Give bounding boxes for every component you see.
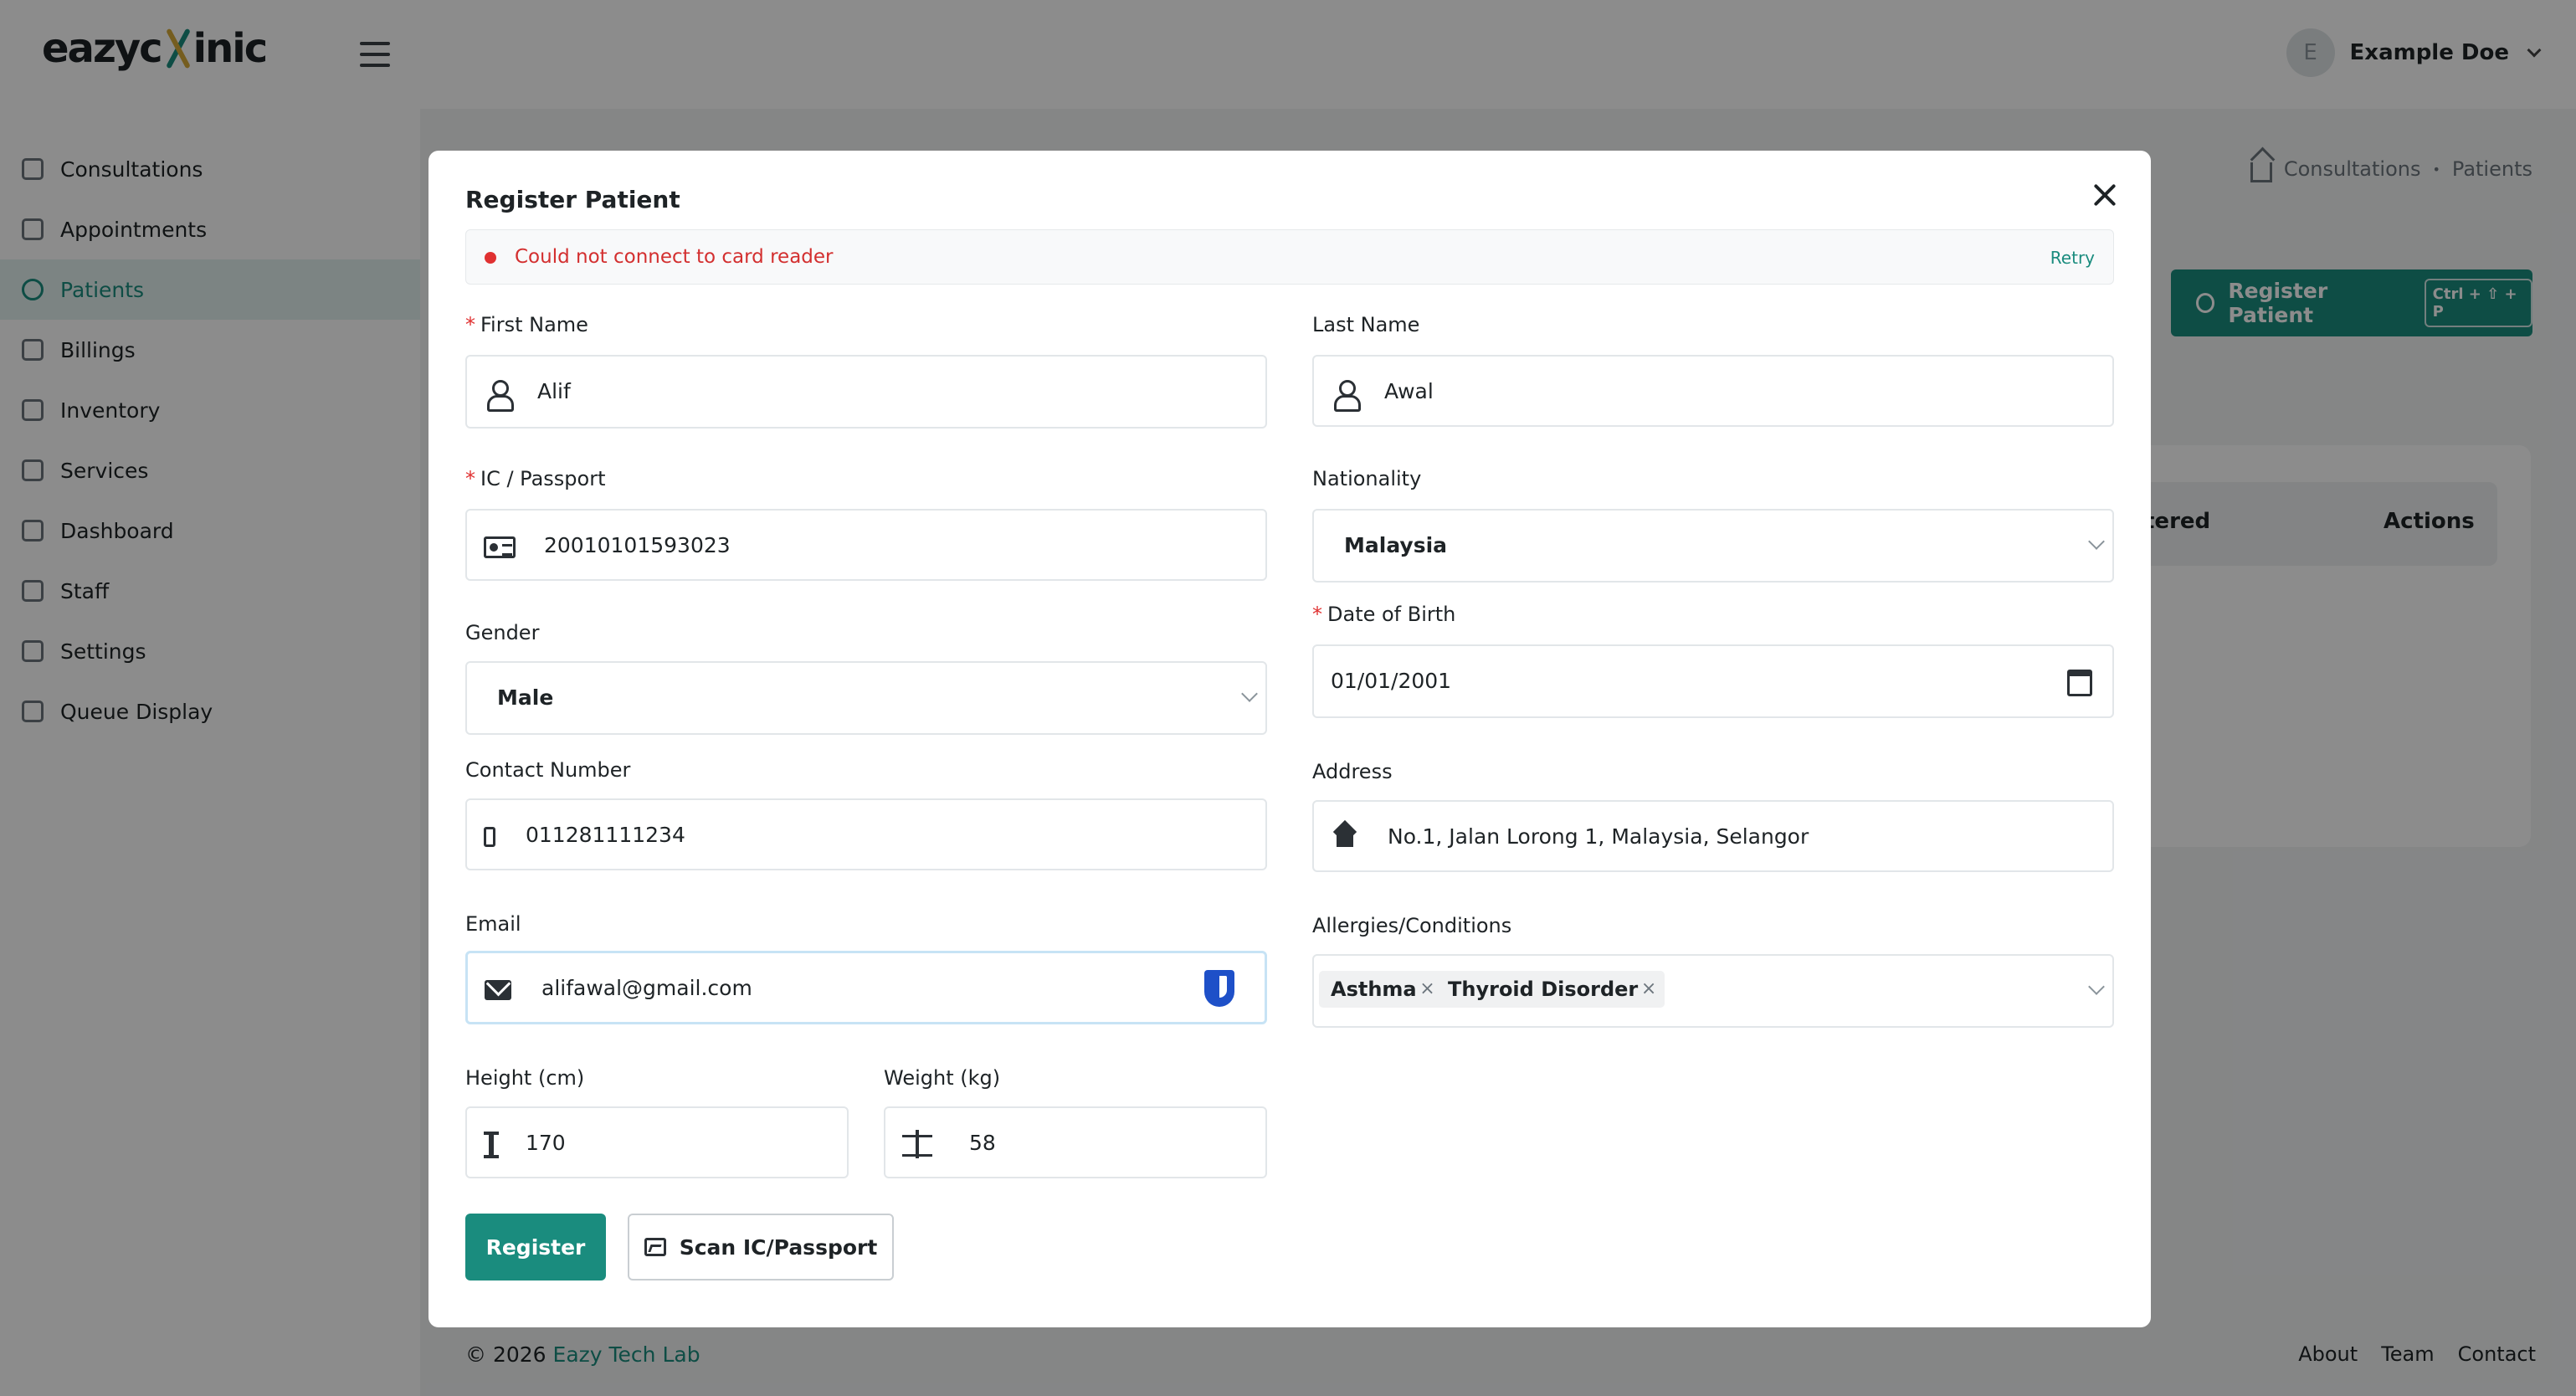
gender-select[interactable]: Male (465, 661, 1267, 735)
first-name-value: Alif (537, 379, 571, 403)
last-name-value: Awal (1384, 379, 1434, 403)
contact-number-value: 011281111234 (526, 823, 685, 847)
contact-number-label: Contact Number (465, 758, 631, 782)
ic-passport-field[interactable]: 20010101593023 (465, 509, 1267, 581)
allergies-label: Allergies/Conditions (1312, 914, 1512, 937)
scan-ic-passport-button[interactable]: Scan IC/Passport (628, 1214, 894, 1281)
email-value: alifawal@gmail.com (541, 976, 752, 1000)
first-name-field[interactable]: Alif (465, 355, 1267, 429)
nationality-select[interactable]: Malaysia (1312, 509, 2114, 583)
chevron-down-icon (1241, 685, 1258, 702)
alert-message: Could not connect to card reader (515, 246, 834, 268)
modal-title: Register Patient (465, 186, 680, 213)
chevron-down-icon (2088, 533, 2105, 550)
ic-passport-value: 20010101593023 (544, 533, 731, 557)
gender-value: Male (497, 685, 554, 710)
address-field[interactable]: No.1, Jalan Lorong 1, Malaysia, Selangor (1312, 800, 2114, 872)
error-dot-icon (485, 252, 496, 264)
dob-label: * Date of Birth (1312, 603, 1456, 626)
user-icon (484, 378, 514, 412)
dob-value: 01/01/2001 (1331, 669, 1452, 693)
last-name-field[interactable]: Awal (1312, 355, 2114, 427)
address-label: Address (1312, 760, 1393, 783)
last-name-label: Last Name (1312, 313, 1420, 336)
first-name-label: * First Name (465, 313, 588, 336)
register-button[interactable]: Register (465, 1214, 606, 1281)
tag-asthma: Asthma × (1319, 971, 1444, 1008)
ic-passport-label: * IC / Passport (465, 467, 606, 490)
id-card-icon (484, 536, 516, 558)
image-icon (644, 1238, 666, 1256)
weight-label: Weight (kg) (884, 1066, 1001, 1090)
height-label: Height (cm) (465, 1066, 585, 1090)
address-value: No.1, Jalan Lorong 1, Malaysia, Selangor (1388, 824, 1809, 849)
email-label: Email (465, 912, 521, 936)
card-reader-alert: Could not connect to card reader Retry (465, 229, 2114, 285)
weight-field[interactable]: 58 (884, 1106, 1267, 1178)
contact-number-field[interactable]: 011281111234 (465, 798, 1267, 870)
height-value: 170 (526, 1131, 566, 1155)
envelope-icon (485, 980, 511, 1000)
phone-icon (484, 827, 495, 847)
remove-tag-icon[interactable]: × (1641, 971, 1656, 1008)
dob-field[interactable]: 01/01/2001 (1312, 644, 2114, 718)
home-icon (1332, 824, 1357, 854)
user-icon (1331, 378, 1361, 412)
password-manager-shield-icon[interactable] (1204, 970, 1234, 1007)
nationality-label: Nationality (1312, 467, 1422, 490)
scan-button-label: Scan IC/Passport (679, 1234, 878, 1260)
remove-tag-icon[interactable]: × (1419, 971, 1434, 1008)
tag-thyroid-disorder: Thyroid Disorder × (1436, 971, 1665, 1008)
register-patient-modal: Register Patient Could not connect to ca… (428, 151, 2151, 1327)
allergies-multiselect[interactable]: Asthma × Thyroid Disorder × (1312, 954, 2114, 1028)
scale-icon (902, 1130, 934, 1160)
email-field[interactable]: alifawal@gmail.com (465, 951, 1267, 1024)
nationality-value: Malaysia (1344, 533, 1448, 557)
weight-value: 58 (969, 1131, 996, 1155)
close-icon[interactable] (2091, 181, 2119, 209)
retry-link[interactable]: Retry (2050, 248, 2095, 268)
calendar-icon[interactable] (2067, 670, 2092, 696)
gender-label: Gender (465, 621, 540, 644)
height-field[interactable]: 170 (465, 1106, 849, 1178)
height-icon (484, 1132, 499, 1158)
chevron-down-icon (2088, 978, 2105, 995)
